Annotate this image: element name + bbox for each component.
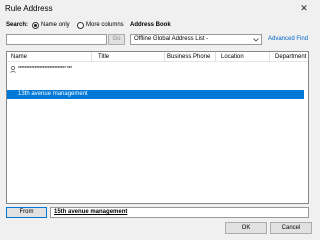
- column-header-name[interactable]: Name: [11, 54, 27, 60]
- more-columns-label: More columns: [86, 22, 124, 28]
- address-book-dropdown[interactable]: Offline Global Address List -: [130, 34, 262, 45]
- column-separator: [215, 52, 216, 62]
- go-button[interactable]: Go: [108, 34, 125, 45]
- list-item-name: 13th avenue management: [18, 91, 88, 97]
- name-only-radio[interactable]: [32, 22, 39, 29]
- advanced-find-link[interactable]: Advanced Find: [268, 36, 308, 42]
- from-field[interactable]: 15th avenue management: [50, 207, 309, 218]
- name-only-label: Name only: [41, 22, 70, 28]
- column-header-location[interactable]: Location: [221, 54, 244, 60]
- results-list[interactable]: Name Title Business Phone Location Depar…: [6, 51, 309, 204]
- contact-icon: [10, 66, 16, 73]
- from-button[interactable]: From: [6, 207, 47, 218]
- list-header: Name Title Business Phone Location Depar…: [7, 52, 308, 62]
- address-book-value: Offline Global Address List -: [134, 36, 209, 42]
- search-label: Search:: [6, 22, 29, 28]
- close-icon[interactable]: ✕: [297, 2, 311, 14]
- search-input[interactable]: [6, 34, 107, 45]
- list-item[interactable]: ***************************** ***: [7, 65, 308, 74]
- column-separator: [91, 52, 92, 62]
- address-book-label: Address Book: [130, 22, 171, 28]
- chevron-down-icon: [253, 38, 259, 42]
- list-item-selected[interactable]: 13th avenue management: [7, 90, 304, 99]
- column-separator: [269, 52, 270, 62]
- cancel-button[interactable]: Cancel: [270, 222, 312, 234]
- window-title: Rule Address: [5, 4, 53, 13]
- list-item-name: ***************************** ***: [18, 66, 72, 72]
- column-header-title[interactable]: Title: [98, 54, 109, 60]
- more-columns-radio[interactable]: [77, 22, 84, 29]
- column-header-department[interactable]: Department: [275, 54, 306, 60]
- column-header-business-phone[interactable]: Business Phone: [167, 54, 210, 60]
- from-value: 15th avenue management: [54, 209, 128, 215]
- ok-button[interactable]: OK: [225, 222, 267, 234]
- column-separator: [164, 52, 165, 62]
